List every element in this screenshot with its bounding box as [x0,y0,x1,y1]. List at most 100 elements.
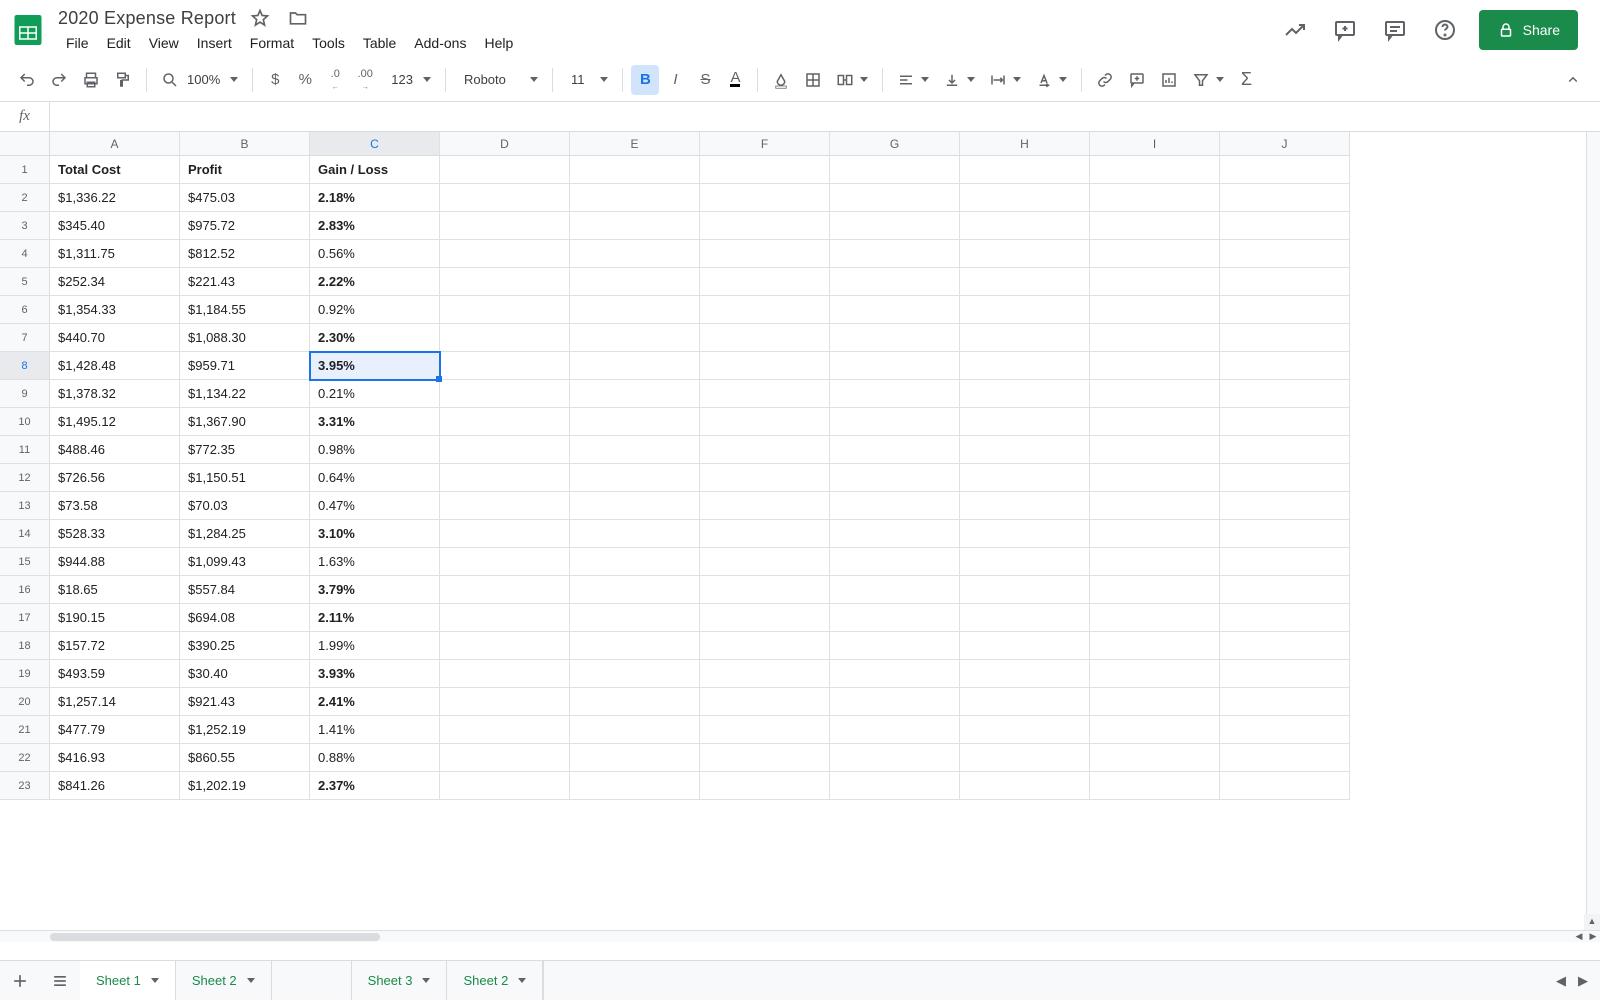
cell[interactable]: 2.30% [310,324,440,352]
vertical-scrollbar[interactable] [1586,132,1600,930]
cell[interactable] [700,352,830,380]
row-header-9[interactable]: 9 [0,380,50,408]
menu-help[interactable]: Help [476,31,521,55]
cell[interactable]: 0.21% [310,380,440,408]
cell[interactable]: 2.41% [310,688,440,716]
cell[interactable] [570,604,700,632]
strikethrough-button[interactable]: S [691,65,719,95]
row-header-17[interactable]: 17 [0,604,50,632]
cell[interactable] [570,492,700,520]
text-rotation-button[interactable] [1029,65,1073,95]
formula-input[interactable] [50,102,1600,131]
help-icon[interactable] [1429,14,1461,46]
cell[interactable]: $477.79 [50,716,180,744]
cell[interactable] [1090,380,1220,408]
cell[interactable] [960,212,1090,240]
zoom-dropdown[interactable]: 100% [155,65,244,95]
menu-insert[interactable]: Insert [189,31,240,55]
percent-button[interactable]: % [291,65,319,95]
cell[interactable]: $726.56 [50,464,180,492]
spreadsheet-grid[interactable]: ABCDEFGHIJ1Total CostProfitGain / Loss2$… [0,132,1600,800]
cell[interactable] [570,324,700,352]
cell[interactable] [960,548,1090,576]
cell[interactable] [440,436,570,464]
cell[interactable] [440,688,570,716]
cell[interactable]: $772.35 [180,436,310,464]
cell[interactable] [700,296,830,324]
column-header-I[interactable]: I [1090,132,1220,156]
cell[interactable] [1220,212,1350,240]
cell[interactable]: $1,257.14 [50,688,180,716]
currency-button[interactable]: $ [261,65,289,95]
tab-nav-right[interactable]: ▶ [1578,973,1588,989]
cell[interactable] [700,688,830,716]
cell[interactable] [830,716,960,744]
column-header-J[interactable]: J [1220,132,1350,156]
cell[interactable] [1090,716,1220,744]
number-format-dropdown[interactable]: 123 [381,65,437,95]
horizontal-scrollbar[interactable]: ◀ ▶ [0,930,1600,942]
menu-file[interactable]: File [58,31,97,55]
cell[interactable]: $694.08 [180,604,310,632]
cell[interactable]: $1,150.51 [180,464,310,492]
fill-color-button[interactable] [766,65,796,95]
collapse-toolbar-button[interactable] [1558,65,1588,95]
cell[interactable] [700,716,830,744]
cell[interactable] [1220,548,1350,576]
cell[interactable]: 0.88% [310,744,440,772]
cell[interactable] [960,576,1090,604]
cell[interactable] [440,604,570,632]
cell[interactable]: 2.18% [310,184,440,212]
cell[interactable] [960,436,1090,464]
cell[interactable] [960,688,1090,716]
cell[interactable] [830,296,960,324]
cell[interactable] [960,660,1090,688]
cell[interactable] [440,352,570,380]
cell[interactable] [700,464,830,492]
cell[interactable] [830,184,960,212]
row-header-8[interactable]: 8 [0,352,50,380]
row-header-16[interactable]: 16 [0,576,50,604]
cell[interactable]: $73.58 [50,492,180,520]
cell[interactable] [960,380,1090,408]
row-header-18[interactable]: 18 [0,632,50,660]
cell[interactable] [830,772,960,800]
cell[interactable] [830,632,960,660]
column-header-H[interactable]: H [960,132,1090,156]
cell[interactable]: 1.41% [310,716,440,744]
cell[interactable] [570,744,700,772]
cell[interactable]: 3.93% [310,660,440,688]
menu-format[interactable]: Format [242,31,302,55]
cell[interactable] [960,520,1090,548]
cell[interactable] [960,352,1090,380]
insert-link-button[interactable] [1090,65,1120,95]
row-header-1[interactable]: 1 [0,156,50,184]
row-header-12[interactable]: 12 [0,464,50,492]
cell[interactable]: $1,428.48 [50,352,180,380]
menu-edit[interactable]: Edit [99,31,139,55]
cell[interactable]: 1.63% [310,548,440,576]
increase-decimal-button[interactable]: .00→ [351,65,379,95]
cell[interactable]: $1,495.12 [50,408,180,436]
cell[interactable]: $221.43 [180,268,310,296]
cell[interactable] [830,744,960,772]
menu-add-ons[interactable]: Add-ons [406,31,474,55]
cell[interactable]: $440.70 [50,324,180,352]
vertical-align-button[interactable] [937,65,981,95]
italic-button[interactable]: I [661,65,689,95]
comment-add-icon[interactable] [1329,14,1361,46]
cell[interactable] [700,632,830,660]
cell[interactable] [1220,688,1350,716]
cell[interactable] [1090,660,1220,688]
cell[interactable] [700,268,830,296]
filter-button[interactable] [1186,65,1230,95]
cell[interactable] [1090,520,1220,548]
column-header-A[interactable]: A [50,132,180,156]
cell[interactable] [440,268,570,296]
cell[interactable]: $1,378.32 [50,380,180,408]
sheet-tab[interactable]: Sheet 1 [80,961,176,1000]
cell[interactable] [700,324,830,352]
cell[interactable] [700,660,830,688]
cell[interactable]: $557.84 [180,576,310,604]
cell[interactable] [1090,156,1220,184]
